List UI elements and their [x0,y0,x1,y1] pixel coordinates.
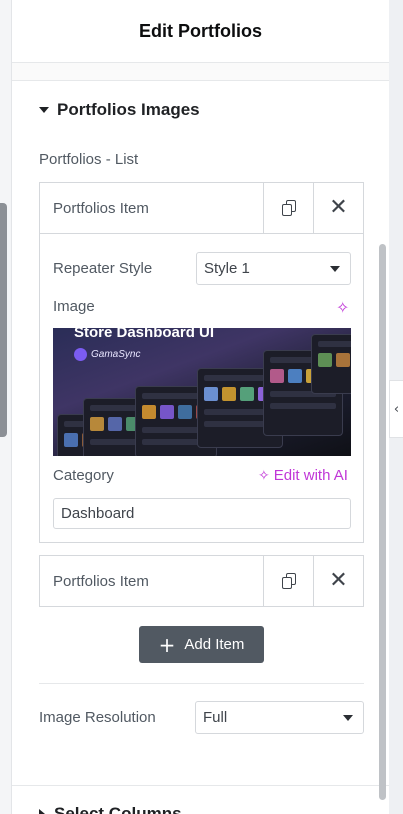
repeater-item-title[interactable]: Portfolios Item [40,183,263,233]
add-item-button[interactable]: + Add Item [139,626,264,663]
chevron-left-icon: ‹ [393,401,400,417]
panel-header: Edit Portfolios [12,0,389,62]
sparkle-icon[interactable]: ✧ [336,298,349,317]
panel-scrollbar[interactable] [379,244,386,800]
section-divider [12,785,389,786]
repeater-item-1[interactable]: Portfolios Item ✕ [39,182,364,234]
preview-brand: GamaSync [74,348,140,361]
preview-brand-name: GamaSync [91,349,141,360]
repeater-style-label: Repeater Style [53,260,153,277]
add-item-label: Add Item [184,636,245,653]
chevron-down-icon [343,714,353,721]
close-icon: ✕ [329,195,348,220]
collapse-panel-button[interactable]: ‹ [389,380,403,438]
category-label: Category [53,467,114,484]
sparkle-icon: ✧ [258,467,270,484]
edit-with-ai-link[interactable]: ✧ Edit with AI [258,467,348,484]
caret-down-icon [39,107,49,113]
close-icon: ✕ [329,568,348,593]
section-toggle-portfolios-images[interactable]: Portfolios Images [39,100,200,120]
duplicate-button[interactable] [263,183,313,233]
image-resolution-label: Image Resolution [39,709,156,726]
repeater-item-title[interactable]: Portfolios Item [40,556,263,606]
copy-icon [281,573,296,589]
duplicate-button[interactable] [263,556,313,606]
brand-logo-icon [74,348,87,361]
repeater-item-2[interactable]: Portfolios Item ✕ [39,555,364,607]
copy-icon [281,200,296,216]
image-preview[interactable]: Store Dashboard UI GamaSync [53,328,351,456]
preview-mock-screen [311,334,351,394]
image-resolution-value: Full [203,709,228,726]
preview-title: Store Dashboard UI [74,328,215,341]
repeater-item-1-fields: Repeater Style Style 1 Image ✧ Store Das… [39,234,364,543]
editor-panel: Edit Portfolios Portfolios Images Portfo… [12,0,389,814]
chevron-down-icon [330,265,340,272]
divider [39,683,364,684]
image-label: Image [53,298,95,315]
section-toggle-select-columns[interactable]: Select Columns [39,804,182,814]
caret-right-icon [39,809,45,814]
page-title: Edit Portfolios [139,20,262,41]
edit-with-ai-label: Edit with AI [273,467,348,484]
section-title: Select Columns [54,804,182,814]
category-input[interactable] [53,498,351,529]
remove-button[interactable]: ✕ [313,556,363,606]
repeater-style-select[interactable]: Style 1 [196,252,351,285]
header-divider [12,62,389,81]
section-title: Portfolios Images [57,100,200,119]
image-resolution-select[interactable]: Full [195,701,364,734]
repeater-style-value: Style 1 [204,260,250,277]
repeater-label: Portfolios - List [39,151,139,168]
left-scrollbar-thumb[interactable] [0,203,7,437]
plus-icon: + [158,632,176,657]
remove-button[interactable]: ✕ [313,183,363,233]
